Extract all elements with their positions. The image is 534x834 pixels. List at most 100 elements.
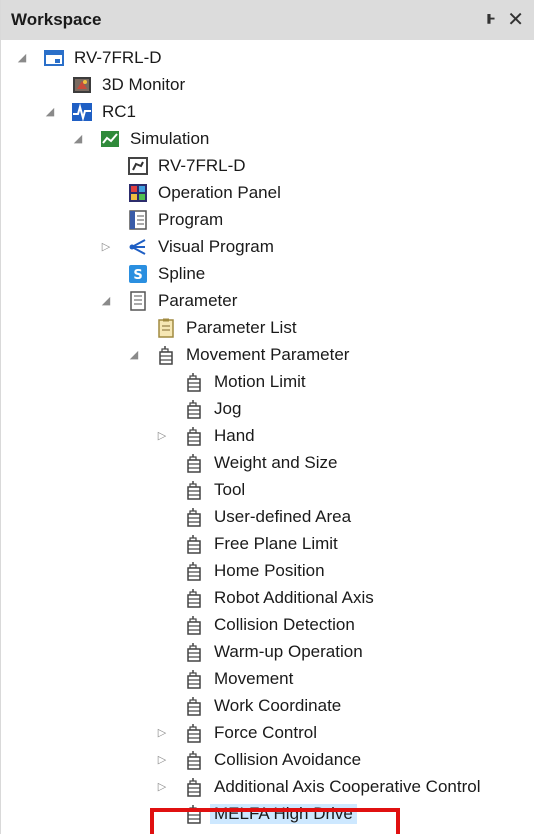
svg-text:S: S — [133, 268, 142, 283]
parameter-list-icon — [155, 317, 177, 339]
tree-item-user-defined-area[interactable]: User-defined Area — [155, 503, 351, 530]
tree-item-label: Jog — [214, 398, 242, 418]
parameter-node-icon — [183, 803, 205, 825]
tree-item-program[interactable]: Program — [99, 206, 223, 233]
tree-item-rc-device[interactable]: ◢ RV-7FRL-D — [15, 44, 162, 71]
tree-item-label: Additional Axis Cooperative Control — [214, 776, 481, 796]
tree-item-motion-limit[interactable]: Motion Limit — [155, 368, 306, 395]
tree-item-robot[interactable]: RV-7FRL-D — [99, 152, 246, 179]
parameter-node-icon — [183, 425, 205, 447]
parameter-node-icon — [183, 749, 205, 771]
tree-item-work-coordinate[interactable]: Work Coordinate — [155, 692, 341, 719]
expanded-arrow-icon[interactable]: ◢ — [127, 348, 141, 362]
tree-item-melfa-high-drive[interactable]: MELFA High Drive — [155, 800, 357, 827]
tree-item-hand[interactable]: ▷ Hand — [155, 422, 255, 449]
robot-icon — [127, 155, 149, 177]
parameter-node-icon — [183, 371, 205, 393]
tree-item-label: User-defined Area — [214, 506, 352, 526]
tree-item-collision-avoidance[interactable]: ▷ Collision Avoidance — [155, 746, 361, 773]
tree-item-label: Visual Program — [158, 236, 274, 256]
pin-icon[interactable]: ͱ — [486, 8, 496, 29]
monitor-3d-icon — [71, 74, 93, 96]
tree-item-label: Program — [158, 209, 224, 229]
tree-item-robot-additional-axis[interactable]: Robot Additional Axis — [155, 584, 374, 611]
tree-item-label: RV-7FRL-D — [74, 47, 162, 67]
tree-item-label: Force Control — [214, 722, 317, 742]
collapsed-arrow-icon[interactable]: ▷ — [155, 429, 169, 443]
tree-item-label: Parameter List — [186, 317, 297, 337]
tree-item-label: Free Plane Limit — [214, 533, 338, 553]
tree-item-label: Motion Limit — [214, 371, 306, 391]
tree-item-label: Spline — [158, 263, 206, 283]
expanded-arrow-icon[interactable]: ◢ — [99, 294, 113, 308]
tree-item-label: Work Coordinate — [214, 695, 342, 715]
parameter-icon — [127, 290, 149, 312]
tree-item-label: Parameter — [158, 290, 238, 310]
collapsed-arrow-icon[interactable]: ▷ — [99, 240, 113, 254]
tree-item-visual-program[interactable]: ▷ Visual Program — [99, 233, 274, 260]
tree-item-label: RV-7FRL-D — [158, 155, 246, 175]
collapsed-arrow-icon[interactable]: ▷ — [155, 780, 169, 794]
parameter-node-icon — [183, 722, 205, 744]
parameter-node-icon — [183, 587, 205, 609]
tree-item-jog[interactable]: Jog — [155, 395, 241, 422]
parameter-node-icon — [183, 452, 205, 474]
workspace-header: Workspace ͱ ✕ — [1, 0, 534, 40]
tree-item-operation-panel[interactable]: Operation Panel — [99, 179, 281, 206]
tree-item-label: Hand — [214, 425, 255, 445]
controller-icon — [71, 101, 93, 123]
tree-item-parameter-list[interactable]: Parameter List — [127, 314, 297, 341]
tree-item-spline[interactable]: S Spline — [99, 260, 205, 287]
tree-item-label: Operation Panel — [158, 182, 281, 202]
parameter-node-icon — [183, 776, 205, 798]
tree-item-rc1[interactable]: ◢ RC1 — [43, 98, 136, 125]
expanded-arrow-icon[interactable]: ◢ — [43, 105, 57, 119]
tree-item-label: RC1 — [102, 101, 137, 121]
tree-item-warm-up-operation[interactable]: Warm-up Operation — [155, 638, 363, 665]
parameter-node-icon — [183, 641, 205, 663]
tree-item-label: MELFA High Drive — [210, 803, 357, 824]
tree-item-label: Collision Avoidance — [214, 749, 362, 769]
collapsed-arrow-icon[interactable]: ▷ — [155, 753, 169, 767]
parameter-node-icon — [183, 695, 205, 717]
parameter-node-icon — [155, 344, 177, 366]
tree-item-label: Movement — [214, 668, 294, 688]
tree-item-label: Warm-up Operation — [214, 641, 363, 661]
tree-item-home-position[interactable]: Home Position — [155, 557, 325, 584]
simulation-icon — [99, 128, 121, 150]
tree-item-weight-and-size[interactable]: Weight and Size — [155, 449, 337, 476]
parameter-node-icon — [183, 506, 205, 528]
tree-item-additional-axis-cooperative-control[interactable]: ▷ Additional Axis Cooperative Control — [155, 773, 480, 800]
tree-item-collision-detection[interactable]: Collision Detection — [155, 611, 355, 638]
tree-item-parameter[interactable]: ◢ Parameter — [99, 287, 237, 314]
tree-item-force-control[interactable]: ▷ Force Control — [155, 719, 317, 746]
expanded-arrow-icon[interactable]: ◢ — [71, 132, 85, 146]
tree-item-label: Home Position — [214, 560, 325, 580]
operation-panel-icon — [127, 182, 149, 204]
workspace-panel: Workspace ͱ ✕ ◢ RV-7FRL-D 3D Monitor ◢ R… — [0, 0, 534, 834]
tree-item-3d-monitor[interactable]: 3D Monitor — [43, 71, 185, 98]
parameter-node-icon — [183, 668, 205, 690]
tree-item-label: Weight and Size — [214, 452, 338, 472]
parameter-node-icon — [183, 479, 205, 501]
tree-item-movement-parameter[interactable]: ◢ Movement Parameter — [127, 341, 349, 368]
workspace-title: Workspace — [11, 10, 102, 29]
spline-icon: S — [127, 263, 149, 285]
window-icon — [43, 47, 65, 69]
tree-item-simulation[interactable]: ◢ Simulation — [71, 125, 210, 152]
tree-item-label: Robot Additional Axis — [214, 587, 374, 607]
visual-program-icon — [127, 236, 149, 258]
program-icon — [127, 209, 149, 231]
tree-item-label: Collision Detection — [214, 614, 355, 634]
parameter-node-icon — [183, 533, 205, 555]
close-icon[interactable]: ✕ — [507, 7, 524, 32]
tree-item-label: 3D Monitor — [102, 74, 186, 94]
tree-item-free-plane-limit[interactable]: Free Plane Limit — [155, 530, 338, 557]
tree-item-movement[interactable]: Movement — [155, 665, 293, 692]
tree-item-label: Tool — [214, 479, 246, 499]
collapsed-arrow-icon[interactable]: ▷ — [155, 726, 169, 740]
parameter-node-icon — [183, 560, 205, 582]
parameter-node-icon — [183, 614, 205, 636]
tree-item-tool[interactable]: Tool — [155, 476, 245, 503]
expanded-arrow-icon[interactable]: ◢ — [15, 51, 29, 65]
